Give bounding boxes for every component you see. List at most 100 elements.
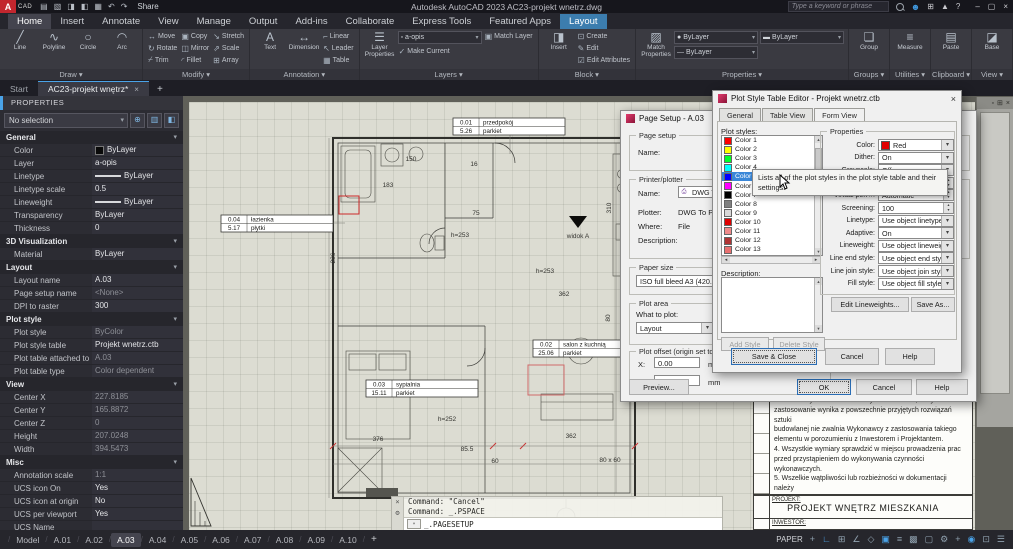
ribbon-button-leader[interactable]: ↖Leader xyxy=(321,42,356,54)
ribbon-button-polyline[interactable]: ∿Polyline xyxy=(37,30,71,67)
property-value-page-setup-name[interactable]: <None> xyxy=(92,287,183,299)
section-header-layout[interactable]: Layout▾ xyxy=(0,261,183,274)
close-button[interactable]: × xyxy=(1003,2,1008,11)
property-value-center-z[interactable]: 0 xyxy=(92,417,183,429)
tab-general[interactable]: General xyxy=(719,108,761,122)
save-icon[interactable]: ◨ xyxy=(67,0,75,13)
layout-tab-a-01[interactable]: A.01 xyxy=(48,533,78,547)
model-paper-toggle-icon[interactable]: + xyxy=(810,530,815,549)
new-file-icon[interactable]: ▤ xyxy=(40,0,48,13)
property-value-plot-table-attached-to[interactable]: A.03 xyxy=(92,352,183,364)
property-value-ucs-icon-on[interactable]: Yes xyxy=(92,482,183,494)
palette-dock-icon[interactable]: ⊞ xyxy=(997,99,1003,107)
description-textarea[interactable]: ▲▼ xyxy=(721,277,823,333)
palette-close-icon[interactable]: × xyxy=(1006,100,1010,107)
quick-select-icon[interactable]: ◧ xyxy=(164,113,179,128)
property-value-linetype-scale[interactable]: 0.5 xyxy=(92,183,183,195)
field-control-lineweight[interactable]: Use object lineweight▾ xyxy=(878,240,954,252)
polar-tracking-icon[interactable]: ∠ xyxy=(852,530,860,549)
paper-space-label[interactable]: PAPER xyxy=(776,535,803,544)
property-value-height[interactable]: 207.0248 xyxy=(92,430,183,442)
close-icon[interactable]: × xyxy=(951,94,956,104)
panel-label-block[interactable]: Block ▾ xyxy=(539,69,635,80)
tab-table-view[interactable]: Table View xyxy=(762,108,813,122)
ribbon-button-paste[interactable]: ▤Paste xyxy=(934,30,968,67)
cancel-button[interactable]: Cancel xyxy=(856,379,912,395)
ribbon-button-edit-attributes[interactable]: ☑Edit Attributes xyxy=(576,54,632,66)
property-value-ucs-name[interactable] xyxy=(92,521,183,530)
field-control-line-join-style[interactable]: Use object join style▾ xyxy=(878,265,954,277)
autodesk-account-icon[interactable]: ▲ xyxy=(941,2,949,12)
ribbon-button-move[interactable]: ↔Move xyxy=(146,30,179,42)
ribbon-tab-home[interactable]: Home xyxy=(8,14,51,29)
section-header-plot-style[interactable]: Plot style▾ xyxy=(0,313,183,326)
style-item-color-8[interactable]: Color 8 xyxy=(722,200,822,209)
property-value-ucs-icon-at-origin[interactable]: No xyxy=(92,495,183,507)
property-value-center-x[interactable]: 227.8185 xyxy=(92,391,183,403)
snap-icon[interactable]: ∟ xyxy=(822,530,831,549)
selection-dropdown[interactable]: No selection ▾ xyxy=(4,113,128,128)
minimize-button[interactable]: – xyxy=(975,2,979,11)
redo-icon[interactable]: ↷ xyxy=(121,0,128,13)
property-value-transparency[interactable]: ByLayer xyxy=(92,209,183,221)
layout-tab-a-04[interactable]: A.04 xyxy=(143,533,173,547)
style-item-color-9[interactable]: Color 9 xyxy=(722,209,822,218)
add-layout-button[interactable]: + xyxy=(365,534,383,545)
style-item-color-2[interactable]: Color 2 xyxy=(722,145,822,154)
plot-icon[interactable]: ▦ xyxy=(94,0,102,13)
property-value-ucs-per-viewport[interactable]: Yes xyxy=(92,508,183,520)
property-value-plot-style-table[interactable]: Projekt wnetrz.ctb xyxy=(92,339,183,351)
ribbon-tab-add-ins[interactable]: Add-ins xyxy=(286,14,336,29)
autocad-logo-icon[interactable]: A xyxy=(0,0,16,13)
layout-tab-a-10[interactable]: A.10 xyxy=(333,533,363,547)
ribbon-button-trim[interactable]: ⌿Trim xyxy=(146,54,179,66)
ribbon-button-dimension[interactable]: ↔Dimension xyxy=(287,30,321,67)
field-control-screening[interactable]: 100▲▼ xyxy=(878,202,954,214)
transparency-icon[interactable]: ▩ xyxy=(909,530,918,549)
ribbon-tab-collaborate[interactable]: Collaborate xyxy=(337,14,404,29)
help-button[interactable]: Help xyxy=(885,348,935,365)
menu-icon[interactable]: ☰ xyxy=(997,530,1005,549)
layout-tab-a-07[interactable]: A.07 xyxy=(238,533,268,547)
panel-label-draw[interactable]: Draw ▾ xyxy=(0,69,142,80)
command-close-icon[interactable]: × xyxy=(395,498,399,506)
command-options-icon[interactable]: ▾ xyxy=(407,519,421,529)
ribbon-button-mirror[interactable]: ◫Mirror xyxy=(179,42,211,54)
ribbon-button-create[interactable]: ⊡Create xyxy=(576,30,632,42)
field-control-line-end-style[interactable]: Use object end style▾ xyxy=(878,252,954,264)
help-button[interactable]: Help xyxy=(916,379,968,395)
section-header-misc[interactable]: Misc▾ xyxy=(0,456,183,469)
user-icon[interactable]: ☻ xyxy=(911,2,920,12)
panel-label-annotation[interactable]: Annotation ▾ xyxy=(250,69,359,80)
ribbon-tab-insert[interactable]: Insert xyxy=(51,14,93,29)
plot-editor-title-bar[interactable]: Plot Style Table Editor - Projekt wnetrz… xyxy=(713,91,961,106)
properties-palette-title[interactable]: PROPERTIES xyxy=(0,96,183,110)
panel-label-properties[interactable]: Properties ▾ xyxy=(636,69,848,80)
ribbon-combo-bylayer[interactable]: —ByLayer▾ xyxy=(674,46,758,59)
ribbon-tab-manage[interactable]: Manage xyxy=(188,14,240,29)
style-item-color-11[interactable]: Color 11 xyxy=(722,227,822,236)
isolate-objects-icon[interactable]: ◉ xyxy=(968,530,976,549)
ribbon-button-match-properties[interactable]: ▨Match Properties xyxy=(639,30,673,67)
property-value-layer[interactable]: a-opis xyxy=(92,157,183,169)
ribbon-button-stretch[interactable]: ↘Stretch xyxy=(211,30,246,42)
property-value-annotation-scale[interactable]: 1:1 xyxy=(92,469,183,481)
ribbon-button-insert[interactable]: ◨Insert xyxy=(542,30,576,67)
open-folder-icon[interactable]: ▧ xyxy=(54,0,62,13)
property-value-center-y[interactable]: 165.8872 xyxy=(92,404,183,416)
ribbon-button-edit[interactable]: ✎Edit xyxy=(576,42,632,54)
ribbon-combo-a-opis[interactable]: ▫a-opis▾ xyxy=(398,31,482,44)
property-value-plot-table-type[interactable]: Color dependent xyxy=(92,365,183,377)
layout-tab-a-03[interactable]: A.03 xyxy=(111,533,141,547)
ribbon-button-make-current[interactable]: ✓Make Current xyxy=(397,45,483,57)
tab-active-document[interactable]: AC23-projekt wnętrz* × xyxy=(38,81,149,96)
panel-label-modify[interactable]: Modify ▾ xyxy=(143,69,249,80)
ribbon-button-array[interactable]: ⊞Array xyxy=(211,54,246,66)
panel-label-groups[interactable]: Groups ▾ xyxy=(849,69,889,80)
property-value-layout-name[interactable]: A.03 xyxy=(92,274,183,286)
osnap-icon[interactable]: ▣ xyxy=(881,530,890,549)
ok-button[interactable]: OK xyxy=(797,379,851,395)
isodraft-icon[interactable]: ◇ xyxy=(867,530,874,549)
section-header-view[interactable]: View▾ xyxy=(0,378,183,391)
ribbon-tab-layout[interactable]: Layout xyxy=(560,14,607,29)
